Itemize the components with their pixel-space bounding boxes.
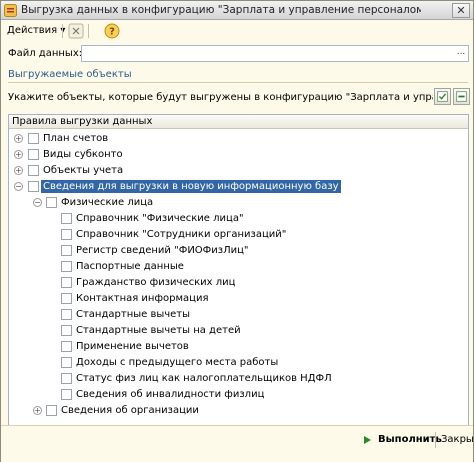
expand-icon[interactable]: + (14, 150, 23, 159)
close-button[interactable]: Закрыть (441, 432, 474, 448)
tree-item-leaf[interactable]: Применение вычетов (9, 339, 468, 355)
tree-item-label: Применение вычетов (76, 341, 189, 352)
title-bar[interactable]: Выгрузка данных в конфигурацию "Зарплата… (1, 1, 473, 20)
tree-item-label: Контактная информация (76, 293, 209, 304)
app-icon (4, 4, 17, 17)
expand-icon[interactable]: + (14, 166, 23, 175)
item-checkbox[interactable] (61, 373, 72, 384)
item-checkbox[interactable] (61, 229, 72, 240)
tree-item-label: Статус физ лиц как налогоплательщиков НД… (76, 373, 332, 384)
window-title: Выгрузка данных в конфигурацию "Зарплата… (21, 4, 421, 16)
tree-item-leaf[interactable]: Паспортные данные (9, 259, 468, 275)
item-checkbox[interactable] (46, 197, 57, 208)
export-dialog-window: Выгрузка данных в конфигурацию "Зарплата… (0, 0, 474, 462)
check-all-icon[interactable] (434, 88, 451, 105)
tree-item-leaf[interactable]: Доходы с предыдущего места работы (9, 355, 468, 371)
tree-item-accounting-objects[interactable]: + Объекты учета (9, 163, 468, 179)
tree-item-leaf[interactable]: Справочник "Сотрудники организаций" (9, 227, 468, 243)
tree-item-label: Стандартные вычеты на детей (76, 325, 241, 336)
browse-button[interactable]: ... (454, 46, 468, 61)
tree-item-leaf[interactable]: Стандартные вычеты на детей (9, 323, 468, 339)
tree-item-individuals[interactable]: − Физические лица (9, 195, 468, 211)
item-checkbox[interactable] (61, 213, 72, 224)
item-checkbox[interactable] (46, 405, 57, 416)
expand-icon[interactable]: + (14, 134, 23, 143)
export-rules-tree: Правила выгрузки данных + План счетов + … (8, 114, 469, 426)
tree-item-leaf[interactable]: Регистр сведений "ФИОФизЛиц" (9, 243, 468, 259)
tree-item-label: Справочник "Физические лица" (76, 213, 244, 224)
tree-item-label: Сведения для выгрузки в новую информацио… (41, 180, 341, 193)
play-icon (364, 436, 371, 444)
button-separator (435, 432, 436, 448)
toolbar-separator (88, 24, 89, 38)
uncheck-all-icon[interactable] (453, 88, 470, 105)
item-checkbox[interactable] (61, 261, 72, 272)
item-checkbox[interactable] (28, 149, 39, 160)
tree-item-label: Регистр сведений "ФИОФизЛиц" (76, 245, 249, 256)
tree-item-subconto-types[interactable]: + Виды субконто (9, 147, 468, 163)
expand-icon[interactable]: + (33, 406, 42, 415)
tree-item-label: План счетов (43, 133, 109, 144)
tree-item-label: Сведения об организации (61, 405, 199, 416)
item-checkbox[interactable] (28, 133, 39, 144)
tree-item-leaf[interactable]: Справочник "Физические лица" (9, 211, 468, 227)
file-data-label: Файл данных: (8, 48, 83, 59)
tree-item-label: Физические лица (61, 197, 154, 208)
item-checkbox[interactable] (61, 277, 72, 288)
tree-item-label: Виды субконто (43, 149, 123, 160)
tree-item-organization-info[interactable]: + Сведения об организации (9, 403, 468, 419)
actions-menu-button[interactable]: Действия ▾ (4, 23, 68, 39)
tree-item-leaf[interactable]: Статус физ лиц как налогоплательщиков НД… (9, 371, 468, 387)
section-title: Выгружаемые объекты (8, 69, 132, 80)
tree-item-label: Доходы с предыдущего места работы (76, 357, 279, 368)
tree-item-label: Объекты учета (43, 165, 124, 176)
item-checkbox[interactable] (28, 181, 39, 192)
item-checkbox[interactable] (61, 357, 72, 368)
hint-text: Укажите объекты, которые будут выгружены… (8, 92, 433, 103)
tree-item-label: Сведения об инвалидности физлиц (76, 389, 265, 400)
tree-item-label: Паспортные данные (76, 261, 184, 272)
tree-item-label: Стандартные вычеты (76, 309, 191, 320)
toolbar: Действия ▾ ? (1, 21, 473, 41)
collapse-icon[interactable]: − (33, 198, 42, 207)
item-checkbox[interactable] (61, 293, 72, 304)
run-label: Выполнить (378, 434, 442, 445)
tree-item-leaf[interactable]: Гражданство физических лиц (9, 275, 468, 291)
tree-item-leaf[interactable]: Контактная информация (9, 291, 468, 307)
file-path-input[interactable] (81, 45, 469, 62)
refresh-icon[interactable] (68, 23, 84, 39)
tree-item-new-infobase-data[interactable]: − Сведения для выгрузки в новую информац… (9, 179, 468, 195)
section-divider (8, 82, 468, 83)
tree-item-label: Справочник "Сотрудники организаций" (76, 229, 287, 240)
tree-item-label: Гражданство физических лиц (76, 277, 236, 288)
toolbar-separator (62, 24, 63, 38)
tree-item-leaf[interactable]: Стандартные вычеты (9, 307, 468, 323)
svg-text:?: ? (109, 27, 115, 38)
collapse-icon[interactable]: − (14, 182, 23, 191)
tree-header: Правила выгрузки данных (9, 115, 468, 129)
actions-label: Действия (7, 25, 58, 36)
bottom-bar: Выполнить Закрыть (1, 425, 474, 462)
item-checkbox[interactable] (61, 309, 72, 320)
item-checkbox[interactable] (61, 389, 72, 400)
help-icon[interactable]: ? (104, 23, 120, 39)
item-checkbox[interactable] (61, 341, 72, 352)
item-checkbox[interactable] (28, 165, 39, 176)
item-checkbox[interactable] (61, 245, 72, 256)
item-checkbox[interactable] (61, 325, 72, 336)
tree-item-leaf[interactable]: Сведения об инвалидности физлиц (9, 387, 468, 403)
close-window-button[interactable]: ✕ (452, 3, 470, 18)
tree-item-chart-of-accounts[interactable]: + План счетов (9, 131, 468, 147)
